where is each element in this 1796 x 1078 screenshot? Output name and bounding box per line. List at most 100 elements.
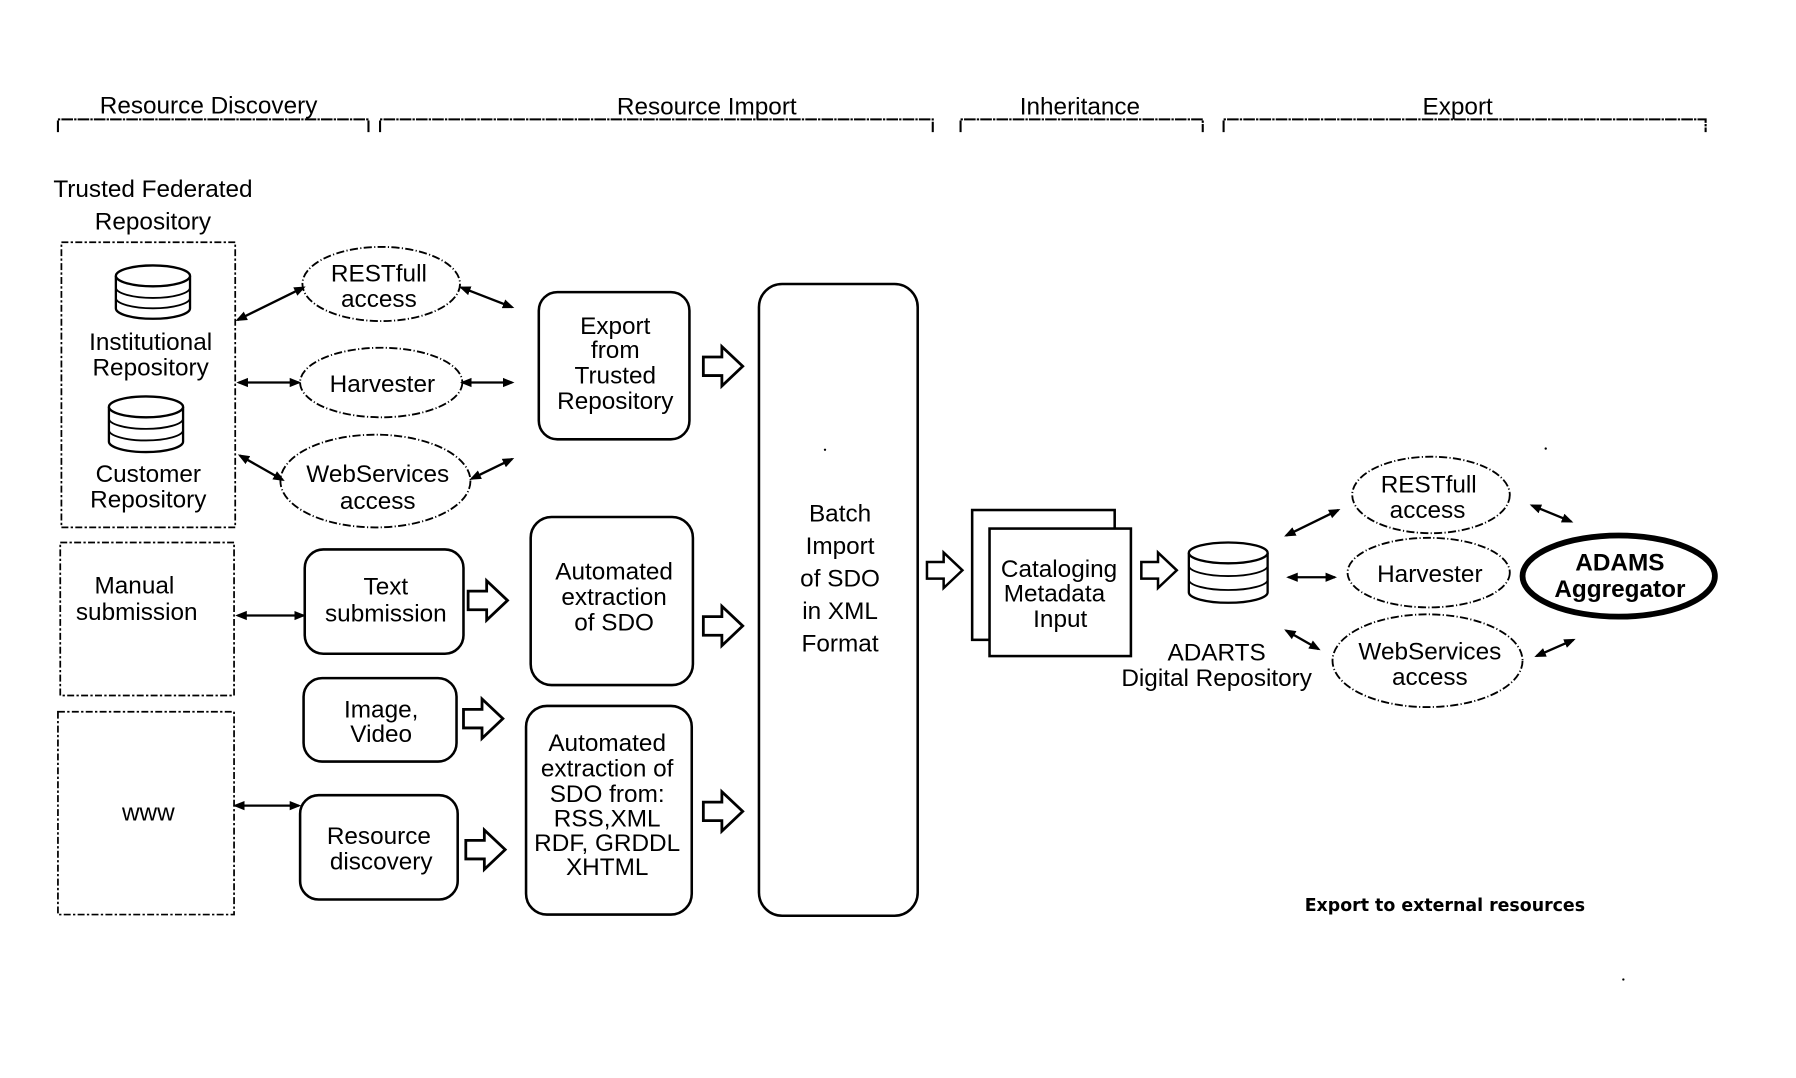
customer-repository-line-1: Customer (96, 461, 201, 488)
batch-line-4: in XML (802, 598, 878, 625)
institutional-database-icon (114, 264, 192, 320)
left-restful-access: RESTfull access (301, 245, 461, 323)
batch-line-2: Import (806, 533, 875, 560)
adarts-line-1: ADARTS (1168, 640, 1266, 667)
harvester-label: Harvester (330, 371, 435, 398)
cataloging-line-1: Cataloging (1001, 556, 1117, 583)
restful-line-2: access (1390, 497, 1466, 524)
auto-sdo-from-line-6: XHTML (566, 854, 648, 881)
auto-sdo-line-2: extraction (561, 584, 666, 611)
resource-discovery-line-1: Resource (327, 823, 431, 850)
adarts-line-2: Digital Repository (1121, 665, 1312, 692)
restful-line-1: RESTfull (1381, 472, 1477, 499)
image-video-line-2: Video (350, 721, 412, 748)
text-submission-line-2: submission (325, 600, 447, 627)
phase-export: Export (1222, 94, 1707, 133)
customer-repository-line-2: Repository (90, 487, 207, 514)
connector-arrow (1529, 504, 1574, 523)
image-video-line-1: Image, (344, 697, 418, 724)
text-submission: Text submission (303, 548, 465, 656)
export-external-note: Export to external resources (1305, 896, 1585, 916)
restful-line-2: access (341, 286, 417, 313)
flow-arrow-icon (462, 697, 505, 740)
www-source: www (57, 710, 235, 916)
manual-submission-line-2: submission (76, 599, 198, 626)
auto-sdo-from-line-3: SDO from: (550, 781, 665, 808)
phase-bracket (1222, 118, 1707, 133)
auto-sdo-from-line-1: Automated (548, 730, 666, 757)
connector-arrow (469, 457, 515, 480)
resource-discovery-submission: Resource discovery (298, 793, 459, 901)
phase-bracket (379, 118, 934, 133)
connector-arrow (237, 454, 285, 482)
text-submission-line-1: Text (364, 574, 409, 601)
flow-arrow-icon (701, 345, 745, 388)
export-trusted-line-4: Repository (557, 388, 674, 415)
institutional-repository-line-2: Repository (92, 355, 209, 382)
left-webservices-access: WebServices access (279, 433, 472, 529)
aggregator-line-2: Aggregator (1554, 576, 1686, 603)
auto-sdo-from-line-2: extraction of (541, 756, 674, 783)
customer-database-icon (107, 395, 185, 454)
batch-line-3: of SDO (800, 566, 880, 593)
flow-arrow-icon (701, 604, 745, 648)
phase-label: Resource Discovery (100, 93, 318, 120)
www-label: www (121, 800, 175, 827)
webservices-line-1: WebServices (306, 461, 449, 488)
cataloging-metadata-input: Cataloging Metadata Input (970, 508, 1133, 658)
adarts-database-icon (1187, 541, 1269, 604)
flow-arrow-icon (466, 579, 509, 622)
cataloging-line-3: Input (1033, 606, 1087, 633)
right-restful-access: RESTfull access (1351, 455, 1511, 535)
speck (1622, 978, 1625, 981)
speck (1544, 447, 1547, 450)
cataloging-line-2: Metadata (1004, 581, 1106, 608)
phase-resource-discovery: Resource Discovery (56, 93, 370, 133)
flow-arrow-icon (701, 790, 745, 833)
webservices-line-2: access (340, 488, 416, 515)
auto-sdo-from-line-5: RDF, GRDDL (534, 830, 680, 857)
trusted-title-line-1: Trusted Federated (53, 176, 252, 203)
phase-label: Inheritance (1020, 94, 1140, 121)
manual-submission: Manual submission (59, 541, 235, 697)
phase-bracket (959, 118, 1204, 133)
batch-line-5: Format (802, 630, 879, 657)
phase-label: Export (1423, 94, 1494, 121)
left-harvester: Harvester (299, 346, 464, 419)
image-video-submission: Image, Video (302, 676, 458, 763)
auto-sdo-line-3: of SDO (574, 610, 654, 637)
manual-submission-line-1: Manual (95, 572, 175, 599)
auto-sdo-from-line-4: RSS,XML (554, 805, 661, 832)
trusted-title-line-2: Repository (95, 209, 212, 236)
export-from-trusted-repository: Export from Trusted Repository (537, 290, 691, 441)
export-trusted-line-2: from (591, 337, 640, 364)
right-webservices-access: WebServices access (1331, 613, 1524, 709)
phase-resource-import: Resource Import (379, 94, 934, 133)
trusted-federated-repository: Trusted Federated Repository Institution… (53, 176, 253, 529)
speck (823, 448, 827, 451)
phase-bracket (56, 118, 370, 133)
phase-label: Resource Import (617, 94, 797, 121)
flow-arrow-icon (925, 551, 964, 590)
flow-arrow-icon (1140, 551, 1179, 590)
resource-discovery-line-2: discovery (330, 848, 434, 875)
connector-arrow (459, 286, 515, 309)
batch-line-1: Batch (809, 501, 871, 528)
aggregator-line-1: ADAMS (1575, 549, 1664, 576)
restful-line-1: RESTfull (331, 261, 427, 288)
batch-import-sdo-xml: Batch Import of SDO in XML Format (757, 282, 919, 917)
connector-arrow (1284, 629, 1321, 651)
connector-arrow (235, 286, 306, 321)
workflow-diagram: Resource Discovery Resource Import Inher… (53, 93, 1718, 981)
automated-extraction-sdo: Automated extraction of SDO (529, 515, 695, 687)
auto-sdo-line-1: Automated (555, 559, 673, 586)
phase-inheritance: Inheritance (959, 94, 1204, 133)
adams-aggregator: ADAMS Aggregator (1519, 532, 1718, 620)
webservices-line-2: access (1392, 664, 1468, 691)
institutional-repository-line-1: Institutional (89, 329, 212, 356)
connector-arrow (1534, 638, 1576, 658)
connector-arrow (1284, 508, 1341, 537)
harvester-label: Harvester (1377, 561, 1482, 588)
right-harvester: Harvester (1346, 536, 1511, 609)
export-trusted-line-3: Trusted (574, 363, 656, 390)
